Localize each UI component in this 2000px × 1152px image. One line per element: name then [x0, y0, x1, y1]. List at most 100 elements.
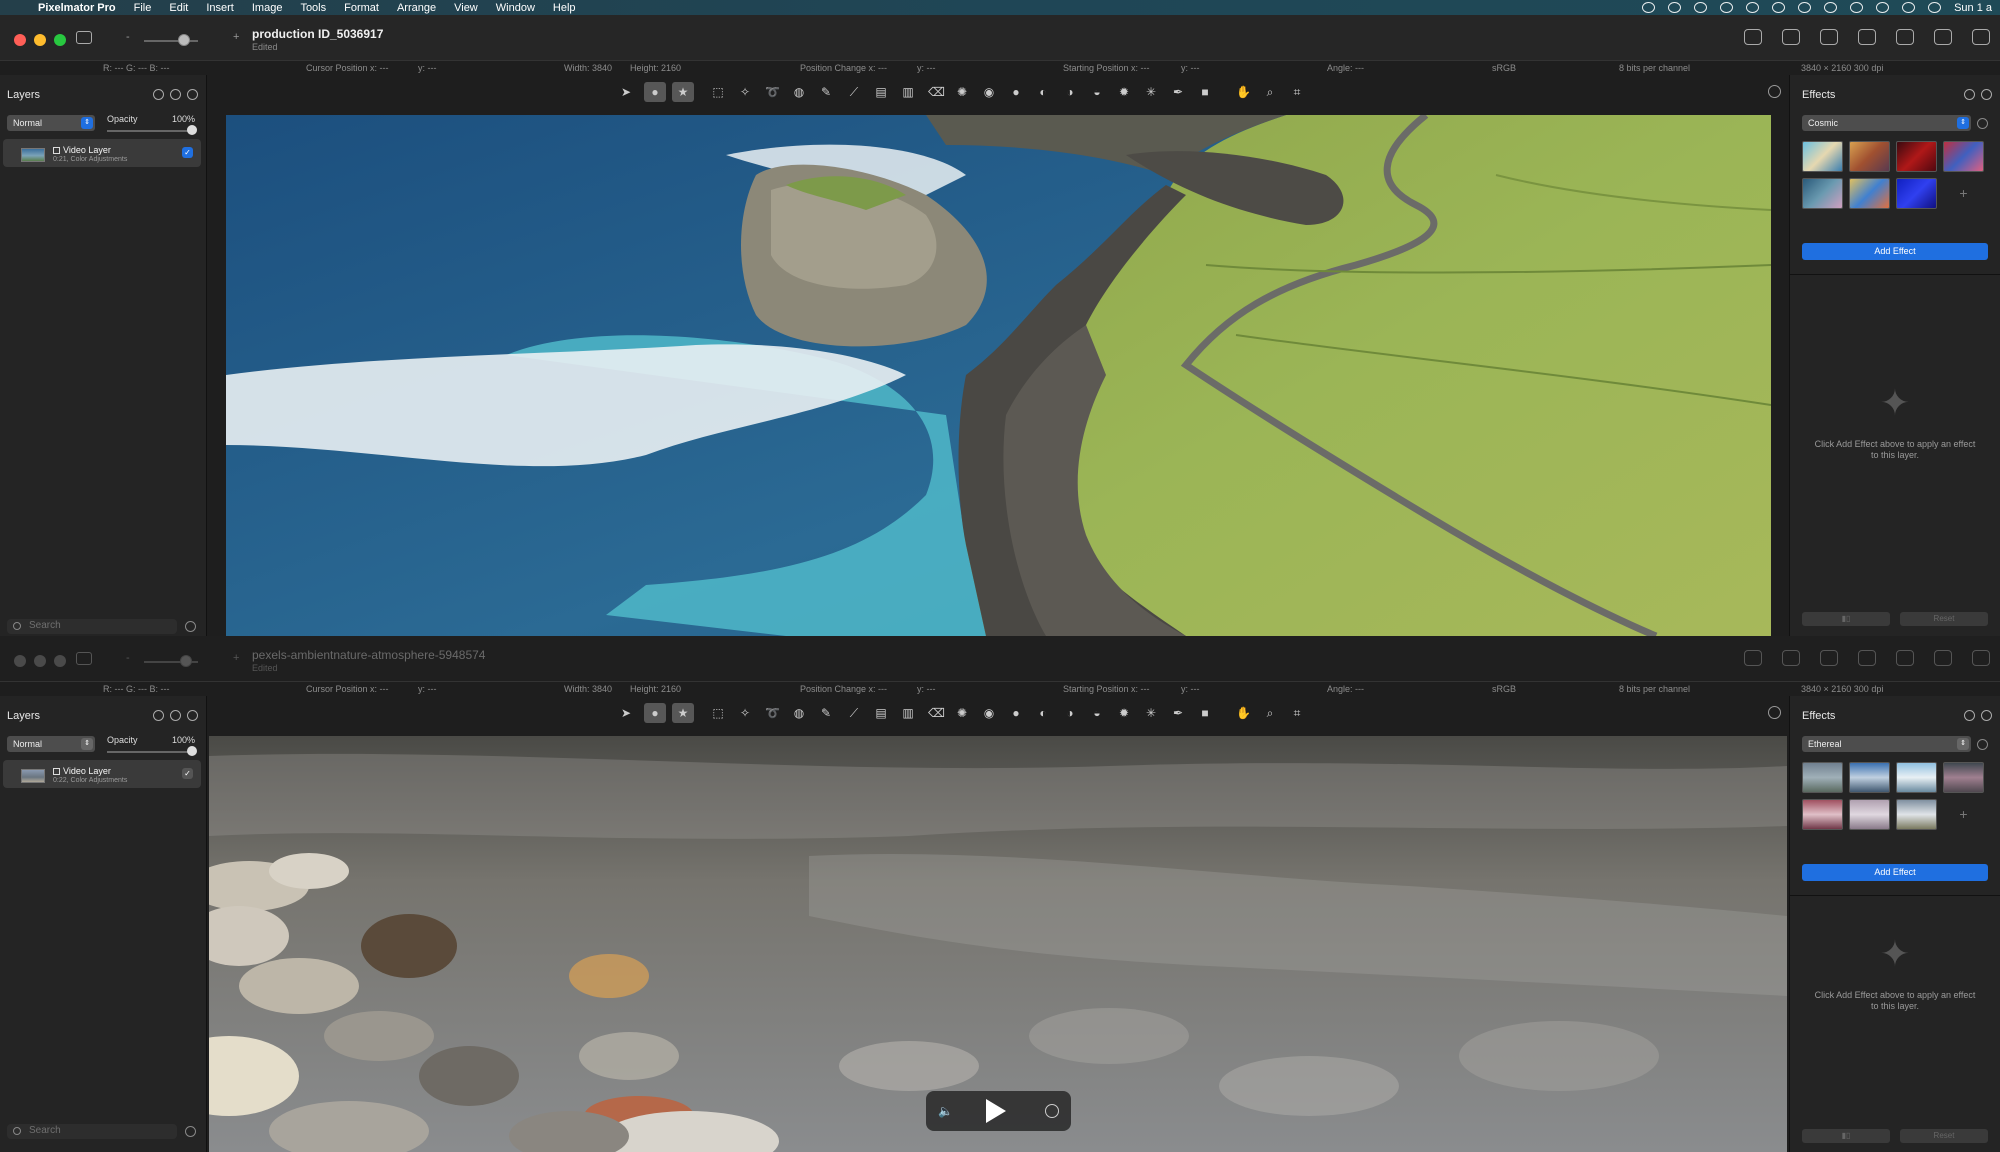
sponge-icon[interactable]: ◒ [1090, 85, 1104, 99]
layer-stack-icon[interactable] [170, 89, 181, 100]
close-button[interactable] [14, 655, 26, 667]
style-tool-icon[interactable]: ● [644, 82, 666, 102]
filter-icon[interactable] [185, 621, 196, 632]
status-icon[interactable] [1824, 2, 1838, 13]
color-adjust-icon[interactable]: ✳ [1144, 85, 1158, 99]
pen-select-icon[interactable]: ✎ [819, 706, 833, 720]
crop-icon[interactable]: ⌗ [1290, 706, 1304, 720]
compare-button[interactable]: ▮▯ [1802, 1129, 1890, 1143]
control-center-icon[interactable] [1928, 2, 1942, 13]
more-tools-icon[interactable] [1768, 706, 1781, 719]
preset-thumbnail[interactable] [1896, 799, 1937, 830]
add-effect-button[interactable]: Add Effect [1802, 243, 1988, 260]
add-icon[interactable] [1981, 710, 1992, 721]
zoom-icon[interactable]: ⌕ [1263, 706, 1277, 720]
opacity-value[interactable]: 100% [172, 114, 195, 124]
paint-icon[interactable]: ⟋ [847, 706, 861, 720]
layers-icon[interactable] [1782, 650, 1800, 666]
fill-icon[interactable]: ▥ [901, 706, 915, 720]
search-icon[interactable] [1902, 2, 1916, 13]
status-icon[interactable] [1720, 2, 1734, 13]
menu-image[interactable]: Image [252, 2, 283, 14]
preset-thumbnail[interactable] [1943, 762, 1984, 793]
layer-stack-icon[interactable] [170, 710, 181, 721]
status-icon[interactable] [1798, 2, 1812, 13]
zoom-icon[interactable]: ⌕ [1263, 85, 1277, 99]
pen-icon[interactable]: ✒ [1171, 85, 1185, 99]
quick-select-icon[interactable]: ◍ [792, 85, 806, 99]
status-icon[interactable] [1668, 2, 1682, 13]
style-tool-icon[interactable]: ● [644, 703, 666, 723]
preset-thumbnail[interactable] [1896, 141, 1937, 172]
dodge-icon[interactable]: ◑ [1063, 706, 1077, 720]
quick-select-icon[interactable]: ◍ [792, 706, 806, 720]
hand-icon[interactable]: ✋ [1236, 706, 1251, 720]
sidebar-toggle-icon[interactable] [76, 31, 92, 44]
preset-thumbnail[interactable] [1802, 762, 1843, 793]
blur-icon[interactable]: ● [1009, 706, 1023, 720]
share-icon[interactable] [1934, 650, 1952, 666]
effects-tool-icon[interactable]: ★ [672, 703, 694, 723]
layer-visibility-checkbox[interactable]: ✓ [182, 768, 193, 779]
effects-tool-icon[interactable]: ★ [672, 82, 694, 102]
share-icon[interactable] [1934, 29, 1952, 45]
add-effect-button[interactable]: Add Effect [1802, 864, 1988, 881]
options-icon[interactable] [1977, 118, 1988, 129]
arrange-icon[interactable] [1744, 29, 1762, 45]
menu-window[interactable]: Window [496, 2, 535, 14]
collapse-icon[interactable] [1964, 89, 1975, 100]
layers-search-input[interactable]: Search [7, 1124, 177, 1139]
inspector-toggle-icon[interactable] [1972, 650, 1990, 666]
selection-tool-icon[interactable]: ⬚ [711, 706, 725, 720]
arrange-icon[interactable] [1744, 650, 1762, 666]
pen-select-icon[interactable]: ✎ [819, 85, 833, 99]
preset-thumbnail[interactable] [1849, 762, 1890, 793]
add-icon[interactable] [1981, 89, 1992, 100]
arrange-tool-icon[interactable]: ➤ [619, 706, 633, 720]
zoom-out-icon[interactable]: - [126, 652, 130, 664]
magic-wand-icon[interactable]: ✧ [738, 85, 752, 99]
sharpen-icon[interactable]: ◉ [982, 85, 996, 99]
add-layer-icon[interactable] [187, 89, 198, 100]
apple-menu-icon[interactable] [14, 1, 28, 14]
menu-app-name[interactable]: Pixelmator Pro [38, 2, 116, 14]
filter-icon[interactable] [185, 1126, 196, 1137]
preset-thumbnail[interactable] [1943, 141, 1984, 172]
more-tools-icon[interactable] [1768, 85, 1781, 98]
compare-button[interactable]: ▮▯ [1802, 612, 1890, 626]
menu-format[interactable]: Format [344, 2, 379, 14]
volume-icon[interactable]: 🔈 [938, 1104, 953, 1118]
shape-icon[interactable]: ■ [1198, 85, 1212, 99]
retouch-icon[interactable]: ✺ [955, 85, 969, 99]
status-icon[interactable] [1694, 2, 1708, 13]
zoom-in-icon[interactable]: + [233, 31, 239, 43]
layer-visibility-checkbox[interactable]: ✓ [182, 147, 193, 158]
more-options-icon[interactable] [1045, 1104, 1059, 1118]
status-icon[interactable] [1642, 2, 1656, 13]
zoom-out-icon[interactable]: - [126, 31, 130, 43]
layer-row[interactable]: Video Layer 0:22, Color Adjustments ✓ [3, 760, 201, 788]
color-adjust-icon[interactable]: ✳ [1144, 706, 1158, 720]
more-icon[interactable] [1896, 650, 1914, 666]
close-button[interactable] [14, 34, 26, 46]
effect-category-select[interactable]: Ethereal ⇕ [1802, 736, 1971, 752]
selection-tool-icon[interactable]: ⬚ [711, 85, 725, 99]
info-icon[interactable] [1820, 29, 1838, 45]
minimize-button[interactable] [34, 34, 46, 46]
options-icon[interactable] [1977, 739, 1988, 750]
menu-tools[interactable]: Tools [300, 2, 326, 14]
hand-icon[interactable]: ✋ [1236, 85, 1251, 99]
menu-edit[interactable]: Edit [169, 2, 188, 14]
preset-thumbnail[interactable] [1849, 141, 1890, 172]
zoom-slider-knob[interactable] [178, 34, 190, 46]
preset-thumbnail[interactable] [1896, 762, 1937, 793]
opacity-slider[interactable] [107, 751, 195, 753]
sidebar-toggle-icon[interactable] [76, 652, 92, 665]
gradient-icon[interactable]: ▤ [874, 85, 888, 99]
preset-thumbnail[interactable] [1849, 799, 1890, 830]
menu-file[interactable]: File [134, 2, 152, 14]
preset-thumbnail[interactable] [1849, 178, 1890, 209]
zoom-in-icon[interactable]: + [233, 652, 239, 664]
minimize-button[interactable] [34, 655, 46, 667]
layers-search-input[interactable]: Search [7, 619, 177, 634]
